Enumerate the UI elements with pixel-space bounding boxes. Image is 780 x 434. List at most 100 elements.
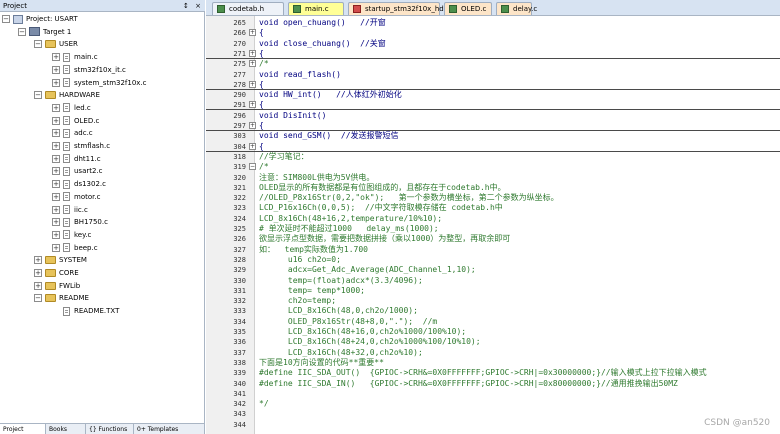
code-line: 339 #define IIC_SDA_OUT() {GPIOC->CRH&=0X…	[206, 368, 780, 378]
tree-item[interactable]: + BH1750.c	[52, 216, 108, 228]
file-tab-icon	[217, 5, 225, 13]
code-area[interactable]: 265 void open_chuang() //开窗 266 +{270 void c…	[206, 16, 780, 434]
tree-item-label: README	[59, 294, 89, 303]
expand-icon[interactable]: +	[52, 205, 60, 214]
tree-item[interactable]: + iic.c	[52, 204, 88, 216]
tree-item[interactable]: + key.c	[52, 229, 91, 241]
expand-icon[interactable]: +	[52, 65, 60, 74]
line-number: 322	[233, 194, 246, 203]
tree-item[interactable]: + dht11.c	[52, 153, 101, 165]
tree-item[interactable]: + main.c	[52, 51, 98, 63]
tree-item-label: SYSTEM	[59, 256, 87, 265]
tree-item[interactable]: − Project: USART	[2, 13, 78, 25]
expand-icon[interactable]: +	[52, 230, 60, 239]
line-number: 332	[233, 297, 246, 306]
expand-icon[interactable]: +	[34, 256, 42, 265]
watermark: CSDN @an520	[704, 418, 770, 428]
expand-icon[interactable]: +	[52, 53, 60, 62]
expand-icon[interactable]: +	[34, 281, 42, 290]
code-text: void send_GSM() //发送报警短信	[259, 131, 399, 141]
tree-item[interactable]: + beep.c	[52, 242, 98, 254]
folder-icon	[45, 281, 56, 290]
tree-item[interactable]: + usart2.c	[52, 165, 103, 177]
tree-item-label: dht11.c	[74, 154, 101, 163]
line-number: 336	[233, 338, 246, 347]
collapse-icon[interactable]: −	[34, 294, 42, 303]
editor-tab[interactable]: main.c	[288, 2, 344, 15]
code-text: OLED_P8x16Str(48+8,0,"."); //m	[259, 316, 438, 326]
expand-icon[interactable]: +	[52, 218, 60, 227]
c-file-icon	[63, 65, 70, 75]
code-text: void read_flash()	[259, 69, 341, 79]
c-file-icon	[63, 205, 70, 214]
editor-tab[interactable]: delay.c	[496, 2, 537, 15]
file-tab-icon	[293, 5, 301, 13]
collapse-icon[interactable]: −	[34, 40, 42, 49]
tree-item[interactable]: README.TXT	[52, 305, 119, 317]
tree-item[interactable]: + led.c	[52, 102, 91, 114]
fold-expand-icon[interactable]: +	[249, 60, 256, 68]
collapse-icon[interactable]: −	[34, 91, 42, 100]
fold-expand-icon[interactable]: +	[249, 29, 256, 37]
expand-icon[interactable]: +	[34, 269, 42, 277]
line-number: 319	[233, 163, 246, 172]
txt-file-icon	[63, 306, 70, 316]
tree-item[interactable]: + system_stm32f10x.c	[52, 77, 147, 89]
code-line: 330 temp=(float)adcx*(3.3/4096);	[206, 276, 780, 286]
c-file-icon	[63, 141, 70, 151]
code-line: 341	[206, 389, 780, 399]
tree-item[interactable]: − USER	[34, 38, 78, 50]
expand-icon[interactable]: +	[52, 192, 60, 201]
tree-item[interactable]: − README	[34, 292, 89, 304]
expand-icon[interactable]: +	[52, 167, 60, 176]
tree-item[interactable]: + FWLib	[34, 280, 80, 292]
tree-item[interactable]: + CORE	[34, 267, 79, 279]
tree-item[interactable]: + SYSTEM	[34, 254, 87, 266]
panel-tab[interactable]: {} Functions	[86, 424, 134, 434]
expand-icon[interactable]: +	[52, 243, 60, 252]
fold-expand-icon[interactable]: +	[249, 122, 256, 129]
expand-icon[interactable]: +	[52, 180, 60, 189]
fold-expand-icon[interactable]: +	[249, 142, 256, 150]
editor-tab[interactable]: codetab.h	[212, 2, 284, 15]
line-number: 331	[233, 286, 246, 295]
code-line: 319−/*	[206, 162, 780, 172]
tree-item[interactable]: + OLED.c	[52, 115, 99, 127]
fold-expand-icon[interactable]: +	[249, 101, 256, 109]
line-number: 323	[233, 204, 246, 213]
fold-expand-icon[interactable]: +	[249, 49, 256, 57]
tree-item[interactable]: − Target 1	[18, 26, 71, 38]
tree-item[interactable]: − HARDWARE	[34, 89, 100, 101]
fold-collapse-icon[interactable]: −	[249, 163, 256, 171]
panel-tab[interactable]: 0+ Templates	[134, 424, 205, 434]
code-line: 265 void open_chuang() //开窗	[206, 18, 780, 28]
expand-icon[interactable]: +	[52, 154, 60, 163]
code-line: 335 LCD_8x16Ch(48+16,0,ch2o%1000/100%10)…	[206, 327, 780, 337]
panel-tab[interactable]: Project	[0, 424, 46, 434]
file-tab-icon	[501, 5, 509, 13]
tree-item[interactable]: + adc.c	[52, 127, 93, 139]
tree-item[interactable]: + stm32f10x_it.c	[52, 64, 126, 76]
expand-icon[interactable]: +	[52, 116, 60, 125]
tree-item[interactable]: + motor.c	[52, 191, 100, 203]
file-tab-icon	[353, 5, 361, 13]
code-line: 328 u16 ch2o=0;	[206, 255, 780, 265]
tree-item[interactable]: + ds1302.c	[52, 178, 106, 190]
tree-item-label: OLED.c	[74, 116, 100, 125]
panel-pin-close-icon[interactable]: ↕ ×	[183, 0, 203, 12]
panel-tab[interactable]: Books	[46, 424, 86, 434]
expand-icon[interactable]: +	[52, 129, 60, 138]
collapse-icon[interactable]: −	[2, 15, 10, 23]
tree-item[interactable]: + stmflash.c	[52, 140, 110, 152]
editor-tab[interactable]: startup_stm32f10x_hd.s	[348, 2, 450, 15]
collapse-icon[interactable]: −	[18, 27, 26, 36]
expand-icon[interactable]: +	[52, 103, 60, 112]
expand-icon[interactable]: +	[52, 78, 60, 87]
expand-icon[interactable]: +	[52, 142, 60, 150]
line-number: 326	[233, 235, 246, 244]
editor-tab[interactable]: OLED.c	[444, 2, 492, 15]
editor-tab-label: main.c	[305, 5, 329, 13]
code-line: 291 +{	[206, 100, 780, 111]
fold-expand-icon[interactable]: +	[249, 80, 256, 88]
line-number: 337	[233, 348, 246, 357]
